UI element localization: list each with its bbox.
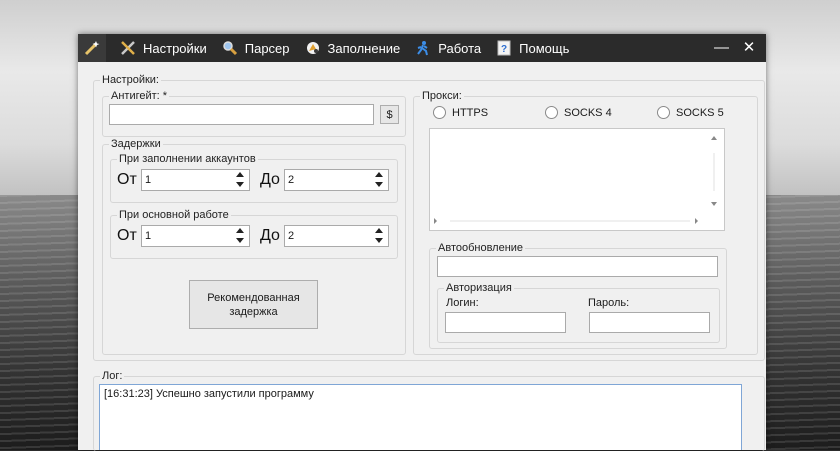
delays-title: Задержки — [109, 137, 163, 151]
password-label: Пароль: — [588, 297, 630, 309]
spinner-value: 1 — [145, 174, 152, 186]
menu-item-work[interactable]: Работа — [407, 34, 488, 62]
main-work-delay-title: При основной работе — [117, 208, 231, 222]
fill-to-spinner[interactable]: 2 — [284, 169, 389, 191]
spinner-value: 1 — [145, 230, 152, 242]
spinner-arrows-icon[interactable] — [236, 172, 245, 188]
radio-circle[interactable] — [433, 106, 446, 119]
menu-item-settings[interactable]: Настройки — [112, 34, 214, 62]
log-line: [16:31:23] Успешно запустили программу — [104, 388, 314, 400]
authorization-title: Авторизация — [444, 281, 514, 295]
proxy-title: Прокси: — [420, 89, 464, 103]
radio-circle[interactable] — [657, 106, 670, 119]
spinner-arrows-icon[interactable] — [236, 228, 245, 244]
title-bar: Настройки Парсер Заполнение Работа ? Пом… — [78, 34, 766, 62]
autoupdate-url-input[interactable] — [437, 256, 718, 277]
menu-label: Работа — [438, 40, 482, 56]
anticaptcha-key-input[interactable] — [109, 104, 374, 125]
settings-title: Настройки: — [100, 73, 161, 87]
proxy-type-socks4-radio[interactable]: SOCKS 4 — [545, 106, 612, 119]
running-person-icon — [414, 39, 432, 57]
close-button[interactable]: ✕ — [742, 34, 756, 62]
work-to-label: До — [260, 227, 280, 244]
spinner-value: 2 — [288, 230, 295, 242]
menu-label: Помощь — [519, 40, 570, 56]
fill-to-label: До — [260, 171, 280, 188]
menu-item-fill[interactable]: Заполнение — [297, 34, 408, 62]
spinner-arrows-icon[interactable] — [375, 228, 384, 244]
anticaptcha-balance-button[interactable]: $ — [380, 105, 399, 124]
wand-icon — [84, 41, 100, 56]
tools-icon — [119, 39, 137, 57]
log-title: Лог: — [100, 369, 125, 383]
menu-label: Заполнение — [327, 40, 401, 56]
app-icon[interactable] — [78, 34, 106, 62]
radio-label: SOCKS 5 — [676, 106, 724, 119]
magnifier-icon — [221, 39, 239, 57]
radio-circle[interactable] — [545, 106, 558, 119]
menu-item-help[interactable]: ? Помощь — [488, 34, 576, 62]
proxy-list-textarea[interactable] — [429, 128, 725, 231]
help-icon: ? — [495, 39, 513, 57]
login-label: Логин: — [446, 297, 479, 309]
work-from-spinner[interactable]: 1 — [141, 225, 250, 247]
menu-label: Парсер — [244, 40, 290, 56]
main-menu: Настройки Парсер Заполнение Работа ? Пом… — [112, 34, 576, 62]
menu-label: Настройки — [143, 40, 207, 56]
fill-icon — [304, 39, 322, 57]
log-textarea[interactable]: [16:31:23] Успешно запустили программу — [99, 384, 742, 450]
fill-accounts-delay-title: При заполнении аккаунтов — [117, 152, 258, 166]
radio-label: SOCKS 4 — [564, 106, 612, 119]
proxy-type-socks5-radio[interactable]: SOCKS 5 — [657, 106, 724, 119]
password-input[interactable] — [589, 312, 710, 333]
proxy-list-scrollbars[interactable] — [430, 129, 724, 230]
fill-from-spinner[interactable]: 1 — [141, 169, 250, 191]
minimize-button[interactable]: — — [714, 34, 729, 62]
proxy-type-https-radio[interactable]: HTTPS — [433, 106, 488, 119]
work-to-spinner[interactable]: 2 — [284, 225, 389, 247]
spinner-value: 2 — [288, 174, 295, 186]
autoupdate-title: Автообновление — [436, 241, 526, 255]
radio-label: HTTPS — [452, 106, 489, 119]
recommended-delay-button[interactable]: Рекомендованная задержка — [189, 280, 318, 329]
spinner-arrows-icon[interactable] — [375, 172, 384, 188]
fill-from-label: От — [117, 171, 137, 188]
svg-text:?: ? — [501, 44, 507, 55]
menu-item-parser[interactable]: Парсер — [214, 34, 297, 62]
login-input[interactable] — [445, 312, 566, 333]
anticaptcha-title: Антигейт: * — [109, 89, 170, 103]
work-from-label: От — [117, 227, 137, 244]
app-window: Настройки Парсер Заполнение Работа ? Пом… — [78, 34, 766, 451]
window-controls: — ✕ — [714, 34, 756, 62]
